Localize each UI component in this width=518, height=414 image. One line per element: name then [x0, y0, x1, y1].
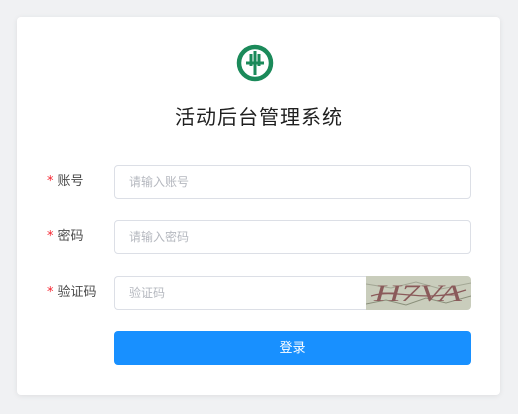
account-label: * 账号	[47, 165, 84, 199]
account-label-text: 账号	[57, 174, 84, 189]
login-button[interactable]: 登录	[114, 331, 471, 365]
password-input[interactable]	[115, 221, 470, 253]
account-field[interactable]	[114, 165, 471, 199]
password-label: * 密码	[47, 220, 84, 254]
page-title: 活动后台管理系统	[175, 105, 343, 129]
required-mark: *	[47, 229, 54, 244]
captcha-field[interactable]	[114, 276, 368, 310]
captcha-label-text: 验证码	[57, 285, 97, 300]
captcha-label: * 验证码	[47, 276, 97, 310]
bank-logo-icon	[236, 44, 274, 82]
required-mark: *	[47, 285, 54, 300]
captcha-input[interactable]	[115, 277, 368, 309]
password-label-text: 密码	[57, 229, 84, 244]
password-field[interactable]	[114, 220, 471, 254]
captcha-image[interactable]: H7VA	[366, 276, 471, 310]
required-mark: *	[47, 174, 54, 189]
account-input[interactable]	[115, 166, 470, 198]
